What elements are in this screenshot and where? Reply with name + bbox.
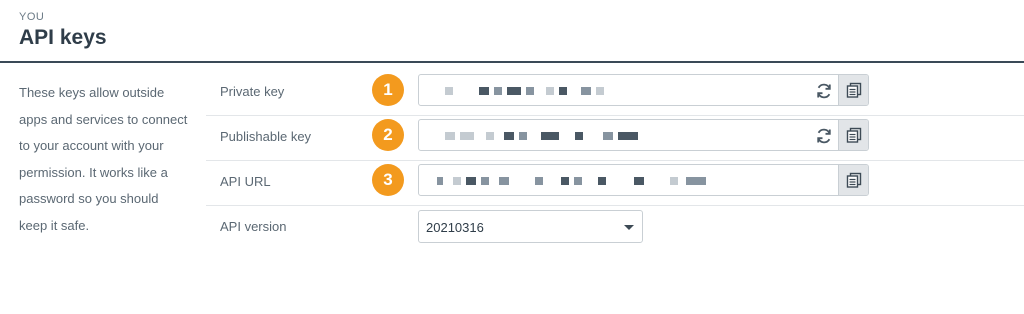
chevron-down-icon — [624, 225, 634, 230]
page-title: API keys — [19, 26, 107, 49]
refresh-icon[interactable] — [814, 81, 834, 101]
masked-value — [445, 132, 643, 140]
api-version-row: API version 20210316 — [206, 205, 1024, 251]
step-badge-1: 1 — [372, 74, 404, 106]
copy-icon[interactable] — [838, 120, 868, 150]
eyebrow-label: YOU — [19, 11, 45, 23]
private-key-label: Private key — [220, 84, 285, 99]
step-badge-3: 3 — [372, 164, 404, 196]
title-divider — [0, 61, 1024, 63]
publishable-key-label: Publishable key — [220, 129, 312, 144]
private-key-field[interactable] — [418, 74, 869, 106]
copy-icon[interactable] — [838, 75, 868, 105]
step-badge-2: 2 — [372, 119, 404, 151]
api-version-value: 20210316 — [426, 220, 484, 235]
description-text: These keys allow outside apps and servic… — [19, 85, 188, 233]
api-version-label: API version — [220, 219, 287, 234]
private-key-row: Private key 1 — [206, 70, 1024, 116]
api-url-field[interactable] — [418, 164, 869, 196]
masked-value — [445, 87, 609, 95]
masked-value — [437, 177, 711, 185]
copy-icon[interactable] — [838, 165, 868, 195]
api-url-row: API URL 3 — [206, 160, 1024, 206]
publishable-key-row: Publishable key 2 — [206, 115, 1024, 161]
api-url-label: API URL — [220, 174, 271, 189]
publishable-key-field[interactable] — [418, 119, 869, 151]
refresh-icon[interactable] — [814, 126, 834, 146]
api-version-select[interactable]: 20210316 — [418, 210, 643, 243]
